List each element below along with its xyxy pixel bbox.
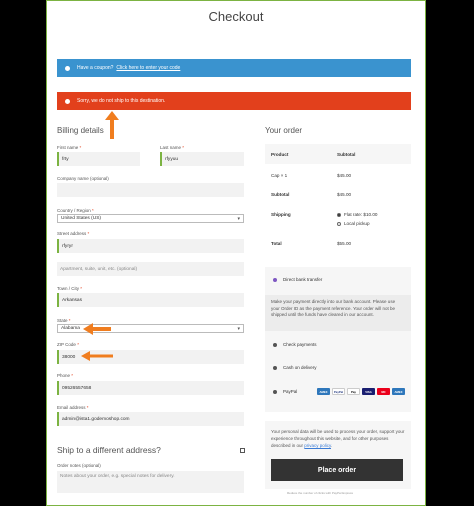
city-label: Town / City * xyxy=(57,286,83,291)
your-order-heading: Your order xyxy=(265,126,303,135)
country-label: Country / Region * xyxy=(57,208,94,213)
subtotal-value: $45.00 xyxy=(337,192,352,197)
city-input[interactable]: Arkansas xyxy=(57,293,244,307)
item-price: $45.00 xyxy=(337,173,352,178)
coupon-text: Have a coupon? xyxy=(77,65,114,71)
privacy-policy-link[interactable]: privacy policy xyxy=(304,443,331,448)
shipping-label: Shipping xyxy=(271,212,291,217)
email-input[interactable]: admin@ista1.godemoshop.com xyxy=(57,412,244,426)
chevron-down-icon: ▾ xyxy=(237,216,240,222)
coupon-notice: Have a coupon? Click here to enter your … xyxy=(57,59,411,77)
shipping-options: Flat rate: $10.00 Local pickup xyxy=(337,212,411,226)
amex-icon: AMEX xyxy=(317,388,330,395)
subtotal-label: Subtotal xyxy=(271,192,290,197)
company-input[interactable] xyxy=(57,183,244,197)
annotation-arrow-up-icon xyxy=(105,111,119,139)
annotation-arrow-left-icon-2 xyxy=(81,351,113,361)
col-subtotal: Subtotal xyxy=(337,151,356,157)
country-select[interactable]: United States (US) ▾ xyxy=(57,214,244,223)
payment-check[interactable]: Check payments xyxy=(273,342,317,347)
payment-cod[interactable]: Cash on delivery xyxy=(273,365,317,370)
alert-icon xyxy=(65,98,70,104)
order-item-row: Cap × 1 $45.00 xyxy=(265,173,411,178)
radio-icon xyxy=(337,221,341,226)
payment-methods: Direct bank transfer Make your payment d… xyxy=(265,267,411,412)
radio-selected-icon xyxy=(337,212,341,217)
phone-label: Phone * xyxy=(57,373,74,378)
page-title: Checkout xyxy=(208,9,264,24)
amex-icon-2: AMEX xyxy=(392,388,405,395)
paypal-icon: PayPal xyxy=(332,388,345,395)
radio-icon xyxy=(273,365,277,370)
order-notes-label: Order notes (optional) xyxy=(57,463,101,468)
subtotal-row: Subtotal $45.00 xyxy=(265,192,411,197)
payment-paypal[interactable]: PayPal xyxy=(273,389,297,394)
checkout-page: Checkout Have a coupon? Click here to en… xyxy=(46,0,426,506)
company-label: Company name (optional) xyxy=(57,176,109,181)
annotation-arrow-left-icon xyxy=(83,323,111,335)
visa-icon: VISA xyxy=(362,388,375,395)
order-header-row: Product Subtotal xyxy=(265,144,411,164)
shipping-row: Shipping Flat rate: $10.00 Local pickup xyxy=(265,212,411,226)
ship-different-heading: Ship to a different address? xyxy=(57,445,161,455)
phone-input[interactable]: 09526557658 xyxy=(57,381,244,395)
radio-icon xyxy=(273,389,277,394)
first-name-label: First name * xyxy=(57,145,82,150)
radio-icon xyxy=(273,342,277,347)
zip-label: ZIP Code * xyxy=(57,342,79,347)
applepay-icon: Pay xyxy=(347,388,360,395)
error-text: Sorry, we do not ship to this destinatio… xyxy=(77,98,166,104)
col-product: Product xyxy=(271,151,289,157)
total-value: $55.00 xyxy=(337,241,352,246)
ship-option-flat[interactable]: Flat rate: $10.00 xyxy=(337,212,411,217)
state-label: State * xyxy=(57,318,71,323)
ship-option-local[interactable]: Local pickup xyxy=(337,221,411,226)
mastercard-icon: MC xyxy=(377,388,390,395)
billing-heading: Billing details xyxy=(57,126,104,135)
coupon-link[interactable]: Click here to enter your code xyxy=(116,65,180,71)
street-input[interactable]: rfyryr xyxy=(57,239,244,253)
card-logos: AMEX PayPal Pay VISA MC AMEX xyxy=(317,388,405,395)
chevron-down-icon: ▾ xyxy=(237,326,240,332)
info-icon xyxy=(65,65,70,71)
order-notes-textarea[interactable]: Notes about your order, e.g. special not… xyxy=(57,471,244,493)
footer-note: Reduce the number of clicks with PayPal … xyxy=(287,491,354,495)
email-label: Email address * xyxy=(57,405,89,410)
first-name-input[interactable]: frty xyxy=(57,152,140,166)
ship-different-checkbox[interactable] xyxy=(240,448,245,453)
radio-selected-icon xyxy=(273,277,277,282)
item-name: Cap × 1 xyxy=(271,173,288,178)
total-row: Total $55.00 xyxy=(265,241,411,246)
payment-bank[interactable]: Direct bank transfer xyxy=(273,277,322,282)
last-name-input[interactable]: rfyyuu xyxy=(160,152,244,166)
street2-input[interactable]: Apartment, suite, unit, etc. (optional) xyxy=(57,262,244,276)
street-label: Street address * xyxy=(57,231,90,236)
last-name-label: Last name * xyxy=(160,145,185,150)
error-notice: Sorry, we do not ship to this destinatio… xyxy=(57,92,411,110)
place-order-button[interactable]: Place order xyxy=(271,459,403,481)
bank-description: Make your payment directly into our bank… xyxy=(265,295,411,331)
total-label: Total xyxy=(271,241,282,246)
